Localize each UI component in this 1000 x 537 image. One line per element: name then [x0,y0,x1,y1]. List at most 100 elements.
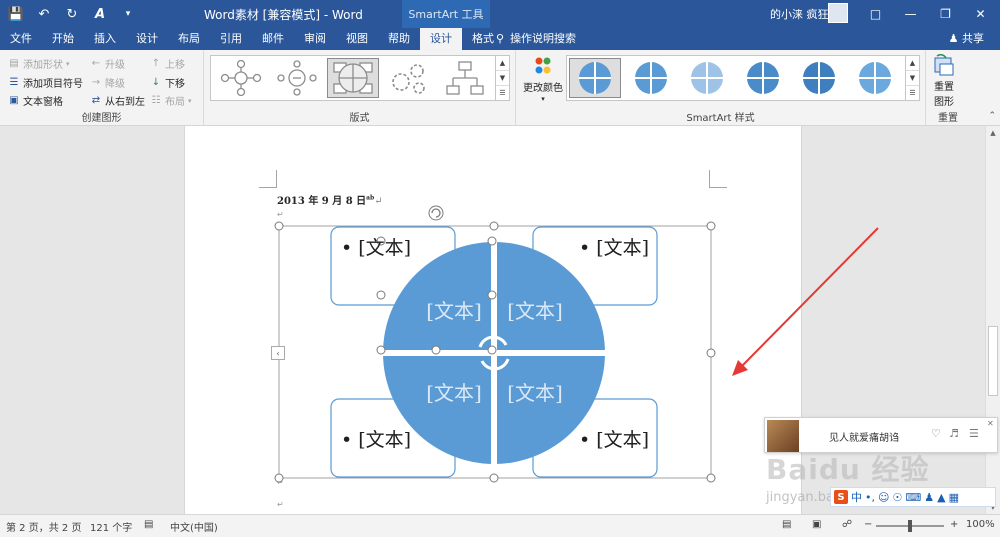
print-layout-icon[interactable]: ▣ [812,519,821,530]
tell-me-search[interactable]: ⚲ 操作说明搜索 [496,28,576,50]
demote-button[interactable]: → 降级 [90,75,125,90]
change-colors-button[interactable]: 更改颜色 ▾ [520,54,566,103]
add-shape-button[interactable]: ▤ 添加形状 ▾ [8,56,69,71]
read-mode-icon[interactable]: ▤ [782,519,791,530]
tab-design[interactable]: 设计 [126,28,168,50]
ribbon-tabs: 文件 开始 插入 设计 布局 引用 邮件 审阅 视图 帮助 设计 格式 ⚲ 操作… [0,28,1000,50]
zoom-slider-knob[interactable] [908,520,912,532]
proofing-icon[interactable]: ▤ [144,519,153,530]
tab-insert[interactable]: 插入 [84,28,126,50]
window-controls: □ — ❐ ✕ [858,0,998,28]
tab-references[interactable]: 引用 [210,28,252,50]
layouts-group-label: 版式 [349,113,370,124]
layout-radial-list[interactable] [271,58,323,98]
heart-icon[interactable]: ♡ [931,427,941,440]
move-up-button[interactable]: ↑ 上移 [150,56,185,71]
create-graphic-group-label: 创建图形 [81,113,122,124]
title-bar: 💾 ↶ ↻ A ▾ Word素材 [兼容模式] - Word SmartArt … [0,0,1000,28]
style-intense[interactable] [793,58,845,98]
word-count[interactable]: 121 个字 [90,519,132,534]
ime-user-icon[interactable]: ♟ [924,491,934,504]
move-down-button[interactable]: ↓ 下移 [150,75,185,90]
layout-matrix-circle[interactable] [327,58,379,98]
ime-mic-icon[interactable]: ☉ [892,491,902,504]
add-bullet-button[interactable]: ☰ 添加项目符号 [8,75,83,90]
tab-review[interactable]: 审阅 [294,28,336,50]
right-to-left-button[interactable]: ⇄ 从右到左 [90,93,145,108]
tab-home[interactable]: 开始 [42,28,84,50]
bullet-list-icon: ☰ [9,77,19,88]
tab-smartart-design[interactable]: 设计 [420,28,462,50]
tab-view[interactable]: 视图 [336,28,378,50]
collapse-ribbon-icon[interactable]: ⌃ [988,111,996,121]
undo-icon[interactable]: ↶ [34,4,54,24]
styles-up-icon[interactable]: ▲ [906,56,919,71]
zoom-out-icon[interactable]: − [864,519,872,530]
style-subtle[interactable] [681,58,733,98]
zoom-in-icon[interactable]: + [950,519,958,530]
demote-label: 降级 [105,79,125,90]
share-button[interactable]: ♟ 共享 [949,28,984,50]
avatar[interactable] [828,3,848,23]
layout-icon: ☷ [151,95,161,106]
scroll-thumb[interactable] [988,326,998,396]
minimize-icon[interactable]: — [893,0,928,28]
restore-icon[interactable]: ❐ [928,0,963,28]
volume-icon[interactable]: ♬ [949,427,959,440]
style-moderate[interactable] [737,58,789,98]
style-polished[interactable] [849,58,901,98]
language[interactable]: 中文(中国) [170,519,218,534]
close-icon[interactable]: ✕ [963,0,998,28]
ime-shirt-icon[interactable]: ▲ [937,491,945,504]
layouts-gallery: ▲ ▼ ☰ [210,55,510,101]
ime-punct-icon[interactable]: •, [865,491,875,504]
style-white-outline[interactable] [625,58,677,98]
move-up-label: 上移 [165,60,185,71]
tab-help[interactable]: 帮助 [378,28,420,50]
styles-more-icon[interactable]: ☰ [906,86,919,100]
layout-button[interactable]: ☷ 布局 ▾ [150,93,192,108]
lightbulb-icon: ⚲ [496,32,505,45]
close-widget-icon[interactable]: ✕ [987,419,994,428]
layout-gear[interactable] [383,58,435,98]
customize-icon[interactable]: ▾ [118,4,138,24]
gallery-up-icon[interactable]: ▲ [496,56,509,71]
ime-grid-icon[interactable]: ▦ [949,491,959,504]
ime-mode[interactable]: 中 [851,489,862,505]
redo-icon[interactable]: ↻ [62,4,82,24]
ime-emoji-icon[interactable]: ☺ [878,491,889,504]
gallery-down-icon[interactable]: ▼ [496,71,509,86]
arrow-down-icon: ↓ [151,77,161,88]
vertical-scrollbar[interactable]: ▲ ▼ [985,126,1000,514]
ime-toolbar[interactable]: S 中 •, ☺ ☉ ⌨ ♟ ▲ ▦ [830,487,996,507]
reset-graphic-button[interactable]: 重置 图形 [932,54,956,108]
music-player-widget[interactable]: 见人就爱痛胡诌 ♡ ♬ ☰ ✕ [764,417,998,453]
playlist-icon[interactable]: ☰ [969,427,979,440]
styles-gallery: ▲ ▼ ☰ [566,55,920,101]
styles-gallery-scroller: ▲ ▼ ☰ [905,56,919,100]
ime-keyboard-icon[interactable]: ⌨ [905,491,921,504]
red-arrow-annotation [732,227,879,376]
album-cover [767,420,799,452]
sogou-logo-icon: S [834,490,848,504]
text-pane-icon: ▣ [9,95,19,106]
tab-layout[interactable]: 布局 [168,28,210,50]
promote-button[interactable]: ← 升级 [90,56,125,71]
text-pane-button[interactable]: ▣ 文本窗格 [8,93,63,108]
styles-down-icon[interactable]: ▼ [906,71,919,86]
tell-me-label: 操作说明搜索 [510,32,577,45]
format-icon[interactable]: A [90,4,110,24]
tab-mailings[interactable]: 邮件 [252,28,294,50]
user-name[interactable]: 的小涞 疯狂 [770,6,829,22]
zoom-level[interactable]: 100% [966,519,995,530]
web-layout-icon[interactable]: ☍ [842,519,852,530]
scroll-up-icon[interactable]: ▲ [986,126,1000,140]
gallery-more-icon[interactable]: ☰ [496,86,509,100]
tab-file[interactable]: 文件 [0,28,42,50]
layout-radial-cycle[interactable] [215,58,267,98]
save-icon[interactable]: 💾 [6,4,26,24]
ribbon-display-icon[interactable]: □ [858,0,893,28]
page-count[interactable]: 第 2 页，共 2 页 [6,519,81,534]
style-simple-fill[interactable] [569,58,621,98]
layout-hierarchy[interactable] [439,58,491,98]
